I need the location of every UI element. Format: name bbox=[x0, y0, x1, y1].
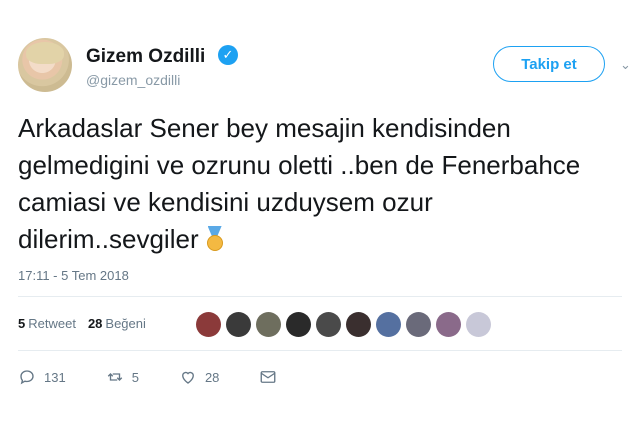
divider bbox=[18, 350, 622, 351]
tweet-text-content: Arkadaslar Sener bey mesajin kendisinden… bbox=[18, 113, 581, 254]
liker-avatars bbox=[196, 312, 491, 337]
liker-avatar[interactable] bbox=[376, 312, 401, 337]
liker-avatar[interactable] bbox=[466, 312, 491, 337]
chevron-down-icon[interactable]: ⌄ bbox=[620, 57, 631, 73]
tweet-stats: 5 Retweet 28 Beğeni bbox=[18, 316, 146, 331]
tweet-timestamp[interactable]: 17:11 - 5 Tem 2018 bbox=[18, 268, 129, 283]
like-stat[interactable]: 28 Beğeni bbox=[88, 316, 146, 331]
reply-button[interactable]: 131 bbox=[18, 368, 66, 386]
follow-button[interactable]: Takip et bbox=[493, 46, 605, 82]
liker-avatar[interactable] bbox=[286, 312, 311, 337]
reply-icon bbox=[20, 370, 34, 385]
liker-avatar[interactable] bbox=[196, 312, 221, 337]
action-bar: 131 5 28 bbox=[18, 368, 317, 386]
retweet-label: Retweet bbox=[28, 316, 76, 331]
retweet-count: 5 bbox=[18, 316, 26, 331]
liker-avatar[interactable] bbox=[226, 312, 251, 337]
liker-avatar[interactable] bbox=[256, 312, 281, 337]
envelope-icon bbox=[260, 371, 276, 383]
retweet-stat[interactable]: 5 Retweet bbox=[18, 316, 76, 331]
retweet-icon bbox=[107, 373, 122, 381]
medal-icon bbox=[205, 226, 225, 252]
user-name[interactable]: Gizem Ozdilli bbox=[86, 46, 205, 68]
user-handle[interactable]: @gizem_ozdilli bbox=[86, 72, 180, 88]
tweet-text: Arkadaslar Sener bey mesajin kendisinden… bbox=[18, 110, 618, 258]
retweet-button[interactable]: 5 bbox=[106, 368, 139, 386]
reply-count: 131 bbox=[44, 369, 66, 385]
liker-avatar[interactable] bbox=[316, 312, 341, 337]
liker-avatar[interactable] bbox=[406, 312, 431, 337]
tweet-card: Gizem Ozdilli ✓ @gizem_ozdilli Takip et … bbox=[0, 0, 640, 423]
divider bbox=[18, 296, 622, 297]
avatar[interactable] bbox=[18, 38, 72, 92]
retweet-action-count: 5 bbox=[131, 369, 139, 385]
verified-icon: ✓ bbox=[218, 45, 238, 65]
like-label: Beğeni bbox=[105, 316, 146, 331]
heart-icon bbox=[182, 371, 194, 384]
liker-avatar[interactable] bbox=[346, 312, 371, 337]
message-button[interactable] bbox=[259, 368, 277, 386]
like-button[interactable]: 28 bbox=[179, 368, 219, 386]
like-action-count: 28 bbox=[204, 369, 220, 385]
liker-avatar[interactable] bbox=[436, 312, 461, 337]
like-count: 28 bbox=[87, 316, 103, 331]
